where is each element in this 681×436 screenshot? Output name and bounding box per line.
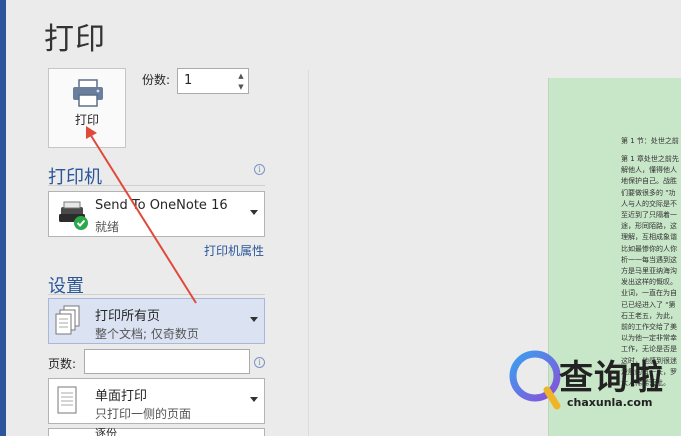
search-logo-icon [509,350,561,410]
watermark-brand: 查询啦 [559,358,664,398]
watermark-url: chaxunla.com [567,396,653,409]
watermark-logo: 查询啦 chaxunla.com [503,344,681,418]
